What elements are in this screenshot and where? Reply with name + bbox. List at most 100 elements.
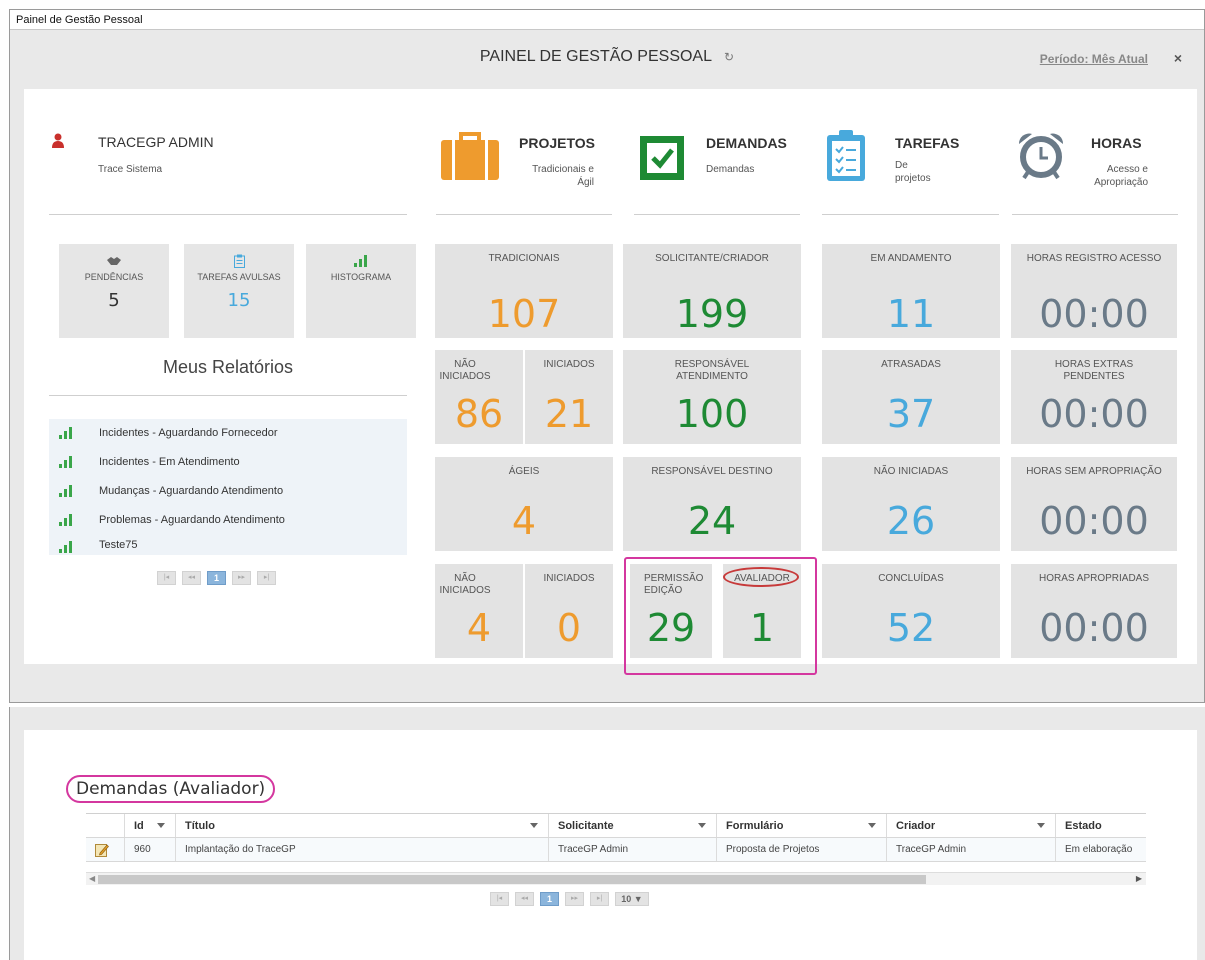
bar-chart-icon xyxy=(59,541,72,553)
tile-solicitante-criador[interactable]: SOLICITANTE/CRIADOR 199 xyxy=(623,244,801,338)
edit-icon[interactable] xyxy=(95,843,109,857)
divider xyxy=(49,214,407,215)
tile-value: 21 xyxy=(544,392,594,436)
tile-horas-registro-acesso[interactable]: HORAS REGISTRO ACESSO 00:00 xyxy=(1011,244,1177,338)
tile-horas-sem-apropriacao[interactable]: HORAS SEM APROPRIAÇÃO 00:00 xyxy=(1011,457,1177,551)
tile-label: INICIADOS xyxy=(543,359,595,370)
checklist-icon xyxy=(827,130,865,181)
tile-value: 00:00 xyxy=(1039,499,1149,543)
shortcut-tarefas-avulsas[interactable]: TAREFAS AVULSAS 15 xyxy=(184,244,294,338)
tile-value: 11 xyxy=(886,292,936,336)
column-label: Solicitante xyxy=(558,819,614,832)
list-item[interactable]: Problemas - Aguardando Atendimento xyxy=(49,506,407,535)
scrollbar-thumb[interactable] xyxy=(98,875,926,884)
horizontal-scrollbar[interactable]: ◀ ▶ xyxy=(86,872,1146,885)
shortcut-pendencias[interactable]: PENDÊNCIAS 5 xyxy=(59,244,169,338)
column-header-formulario[interactable]: Formulário xyxy=(716,814,886,837)
tile-responsavel-atendimento[interactable]: RESPONSÁVEL ATENDIMENTO 100 xyxy=(623,350,801,444)
tile-label: HORAS EXTRAS PENDENTES xyxy=(1054,359,1134,382)
chevron-down-icon[interactable] xyxy=(1037,823,1045,828)
cell-criador: TraceGP Admin xyxy=(886,838,1055,861)
shortcut-histograma[interactable]: HISTOGRAMA xyxy=(306,244,416,338)
bar-chart-icon xyxy=(59,427,72,439)
list-item[interactable]: Incidentes - Aguardando Fornecedor xyxy=(49,419,407,448)
table-row[interactable]: 960 Implantação do TraceGP TraceGP Admin… xyxy=(86,838,1146,862)
edit-cell[interactable] xyxy=(86,838,124,861)
prev-page-button[interactable]: ◂◂ xyxy=(182,571,201,585)
dashboard-panel: TRACEGP ADMIN Trace Sistema PROJETOS Tra… xyxy=(24,89,1197,675)
tile-responsavel-destino[interactable]: RESPONSÁVEL DESTINO 24 xyxy=(623,457,801,551)
next-page-button[interactable]: ▸▸ xyxy=(565,892,584,906)
last-page-button[interactable]: ▸| xyxy=(257,571,276,585)
tile-concluidas[interactable]: CONCLUÍDAS 52 xyxy=(822,564,1000,658)
category-title: DEMANDAS xyxy=(706,135,787,151)
tile-label: HORAS REGISTRO ACESSO xyxy=(1026,253,1162,264)
tile-label: ATRASADAS xyxy=(881,359,941,370)
first-page-button[interactable]: |◂ xyxy=(490,892,509,906)
tile-label: HORAS SEM APROPRIAÇÃO xyxy=(1026,466,1162,477)
first-page-button[interactable]: |◂ xyxy=(157,571,176,585)
column-header-titulo[interactable]: Título xyxy=(175,814,548,837)
tile-trad-nao-iniciados[interactable]: NÃO INICIADOS 86 xyxy=(435,350,523,444)
chevron-down-icon[interactable] xyxy=(157,823,165,828)
period-link[interactable]: Período: Mês Atual xyxy=(1040,52,1148,66)
tile-label: NÃO INICIADAS xyxy=(873,466,949,477)
next-page-button[interactable]: ▸▸ xyxy=(232,571,251,585)
current-page[interactable]: 1 xyxy=(540,892,559,906)
column-header-criador[interactable]: Criador xyxy=(886,814,1055,837)
list-item[interactable]: Incidentes - Em Atendimento xyxy=(49,448,407,477)
tile-atrasadas[interactable]: ATRASADAS 37 xyxy=(822,350,1000,444)
scroll-right-icon[interactable]: ▶ xyxy=(1136,874,1142,883)
demandas-window: Demandas (Avaliador) Id Título Solicitan… xyxy=(9,707,1205,960)
last-page-button[interactable]: ▸| xyxy=(590,892,609,906)
tile-trad-iniciados[interactable]: INICIADOS 21 xyxy=(525,350,613,444)
tile-horas-extras-pendentes[interactable]: HORAS EXTRAS PENDENTES 00:00 xyxy=(1011,350,1177,444)
category-title: HORAS xyxy=(1091,135,1142,151)
dashboard-window: Painel de Gestão Pessoal PAINEL DE GESTÃ… xyxy=(9,9,1205,703)
category-title: TAREFAS xyxy=(895,135,960,151)
tile-label: ÁGEIS xyxy=(508,466,540,477)
briefcase-icon xyxy=(441,132,499,180)
tile-label: EM ANDAMENTO xyxy=(870,253,952,264)
cell-formulario: Proposta de Projetos xyxy=(716,838,886,861)
user-icon xyxy=(52,133,64,148)
tile-em-andamento[interactable]: EM ANDAMENTO 11 xyxy=(822,244,1000,338)
category-subtitle: Tradicionais e Ágil xyxy=(532,164,594,188)
chevron-down-icon[interactable] xyxy=(530,823,538,828)
category-subtitle: De projetos xyxy=(895,160,931,184)
column-header-solicitante[interactable]: Solicitante xyxy=(548,814,716,837)
column-label: Título xyxy=(185,819,215,832)
chevron-down-icon[interactable] xyxy=(868,823,876,828)
page-size-select[interactable]: 10 ▼ xyxy=(615,892,649,906)
tile-label: NÃO INICIADOS xyxy=(439,573,491,596)
divider xyxy=(49,395,407,396)
tile-nao-iniciadas[interactable]: NÃO INICIADAS 26 xyxy=(822,457,1000,551)
column-header-estado[interactable]: Estado xyxy=(1055,814,1146,837)
tile-ageis-nao-iniciados[interactable]: NÃO INICIADOS 4 xyxy=(435,564,523,658)
checkbox-icon xyxy=(640,136,684,180)
column-header-id[interactable]: Id xyxy=(124,814,175,837)
report-label: Problemas - Aguardando Atendimento xyxy=(99,514,285,526)
page-title: PAINEL DE GESTÃO PESSOAL ↻ xyxy=(10,48,1204,66)
tile-horas-apropriadas[interactable]: HORAS APROPRIADAS 00:00 xyxy=(1011,564,1177,658)
chevron-down-icon[interactable] xyxy=(698,823,706,828)
tile-value: 37 xyxy=(886,392,936,436)
tile-ageis-iniciados[interactable]: INICIADOS 0 xyxy=(525,564,613,658)
tile-value: 00:00 xyxy=(1039,392,1149,436)
handshake-icon xyxy=(107,257,121,265)
tile-label: CONCLUÍDAS xyxy=(878,573,944,584)
prev-page-button[interactable]: ◂◂ xyxy=(515,892,534,906)
cell-id: 960 xyxy=(124,838,175,861)
user-subtitle: Trace Sistema xyxy=(98,164,163,175)
list-item[interactable]: Mudanças - Aguardando Atendimento xyxy=(49,477,407,506)
current-page[interactable]: 1 xyxy=(207,571,226,585)
tile-tradicionais[interactable]: TRADICIONAIS 107 xyxy=(435,244,613,338)
tile-value: 00:00 xyxy=(1039,292,1149,336)
refresh-icon[interactable]: ↻ xyxy=(724,50,734,64)
reports-title: Meus Relatórios xyxy=(162,357,294,377)
reports-list: Incidentes - Aguardando Fornecedor Incid… xyxy=(49,419,407,555)
scroll-left-icon[interactable]: ◀ xyxy=(89,874,95,883)
close-icon[interactable]: × xyxy=(1174,50,1182,66)
tile-ageis[interactable]: ÁGEIS 4 xyxy=(435,457,613,551)
list-item[interactable]: Teste75 xyxy=(49,535,407,555)
